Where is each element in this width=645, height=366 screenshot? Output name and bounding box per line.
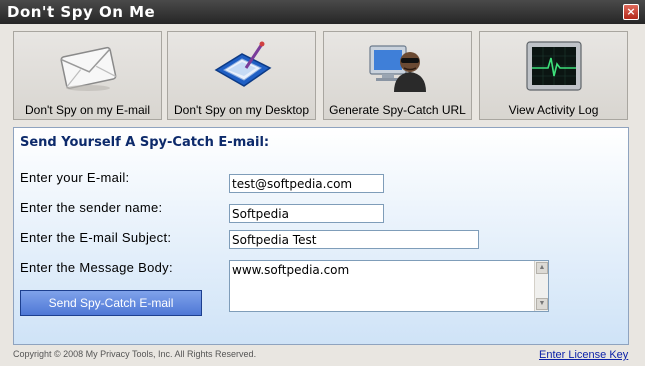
title-bar: Don't Spy On Me × — [0, 0, 645, 24]
spy-catch-email-panel: Send Yourself A Spy-Catch E-mail: Enter … — [13, 127, 629, 345]
message-body-label: Enter the Message Body: — [20, 260, 173, 275]
nav-label-spy-url: Generate Spy-Catch URL — [329, 103, 466, 117]
message-body-text: www.softpedia.com — [232, 263, 350, 277]
enter-license-key-link[interactable]: Enter License Key — [539, 349, 628, 361]
scroll-up-icon[interactable]: ▲ — [536, 262, 548, 274]
nav-label-email: Don't Spy on my E-mail — [25, 103, 150, 117]
panel-title: Send Yourself A Spy-Catch E-mail: — [20, 135, 270, 150]
spy-monitor-icon — [369, 45, 426, 92]
nav-label-activity-log: View Activity Log — [508, 103, 599, 117]
dont-spy-desktop-button[interactable]: Don't Spy on my Desktop — [167, 31, 316, 120]
sender-name-field[interactable] — [229, 204, 384, 223]
nav-label-desktop: Don't Spy on my Desktop — [173, 103, 310, 117]
activity-monitor-icon — [526, 41, 582, 91]
email-label: Enter your E-mail: — [20, 170, 130, 185]
message-body-textarea[interactable]: www.softpedia.com ▲ ▼ — [229, 260, 549, 312]
generate-spy-catch-url-button[interactable]: Generate Spy-Catch URL — [323, 31, 472, 120]
send-spy-catch-email-button[interactable]: Send Spy-Catch E-mail — [20, 290, 202, 316]
close-button[interactable]: × — [623, 4, 639, 20]
subject-field[interactable] — [229, 230, 479, 249]
copyright-text: Copyright © 2008 My Privacy Tools, Inc. … — [13, 349, 257, 359]
scroll-down-icon[interactable]: ▼ — [536, 298, 548, 310]
desktop-pen-icon — [214, 41, 272, 87]
message-scrollbar[interactable]: ▲ ▼ — [534, 261, 548, 311]
view-activity-log-button[interactable]: View Activity Log — [479, 31, 628, 120]
window-body: Don't Spy on my E-mail Don't Spy on my D… — [0, 24, 645, 366]
dont-spy-email-button[interactable]: Don't Spy on my E-mail — [13, 31, 162, 120]
subject-label: Enter the E-mail Subject: — [20, 230, 172, 245]
email-field[interactable] — [229, 174, 384, 193]
window-title: Don't Spy On Me — [7, 3, 156, 21]
envelope-icon — [60, 46, 117, 91]
sender-name-label: Enter the sender name: — [20, 200, 163, 215]
